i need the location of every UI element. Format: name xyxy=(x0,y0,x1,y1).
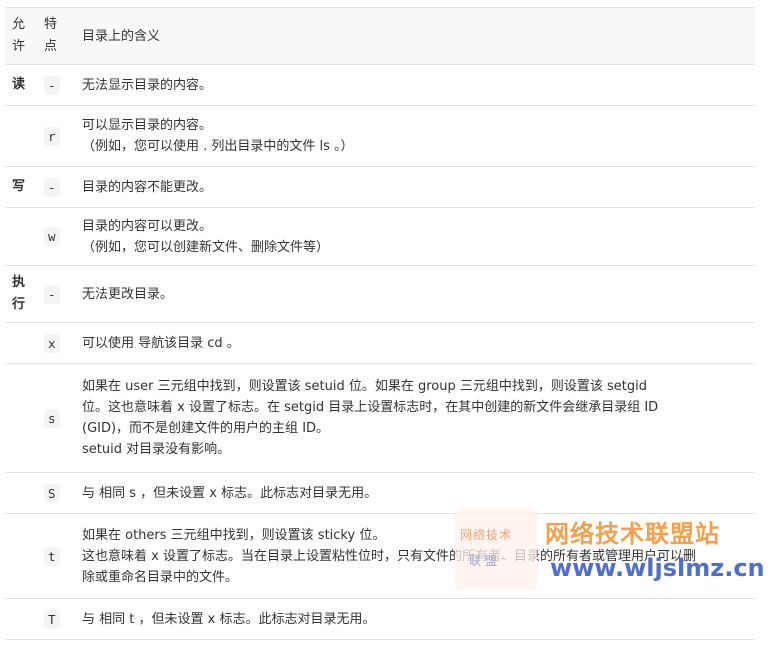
watermark-logo-line2: 联盟 xyxy=(469,554,502,568)
meaning-line: 如果在 user 三元组中找到，则设置该 setuid 位。如果在 group … xyxy=(82,379,647,394)
permission-cell xyxy=(5,598,44,640)
permission-label: 写 xyxy=(12,179,26,194)
permission-label: 读 xyxy=(12,77,26,92)
feature-code: w xyxy=(44,227,60,246)
table-row: 写 - 目录的内容不能更改。 xyxy=(5,166,755,208)
meaning-cell: 与 相同 t ，但未设置 x 标志。此标志对目录无用。 xyxy=(76,598,755,640)
permission-cell: 读 xyxy=(5,64,44,106)
feature-code: - xyxy=(44,284,60,304)
permission-cell: 写 xyxy=(5,166,44,208)
table-header-row: 允 许 特 点 目录上的含义 xyxy=(5,7,755,65)
meaning-line: （例如，您可以创建新文件、删除文件等） xyxy=(82,239,330,255)
permission-cell: 执 行 xyxy=(5,265,44,323)
permission-cell xyxy=(5,105,44,167)
feature-code: S xyxy=(44,483,60,503)
meaning-cell: 可以显示目录的内容。 （例如，您可以使用 . 列出目录中的文件 ls 。） xyxy=(76,105,755,167)
meaning-line: 位。这也意味着 x 设置了标志。在 setgid 目录上设置标志时，在其中创建的… xyxy=(82,400,659,415)
feature-cell: s xyxy=(44,363,76,473)
meaning-line: （例如，您可以使用 . 列出目录中的文件 ls 。） xyxy=(82,139,354,154)
meaning-line: 无法显示目录的内容。 xyxy=(82,77,213,93)
header-permission-char1: 允 xyxy=(12,17,26,32)
feature-code: t xyxy=(44,546,60,566)
feature-cell: - xyxy=(44,64,76,106)
watermark-title: 网络技术联盟站 xyxy=(545,520,720,548)
meaning-line: 与 相同 s ，但未设置 x 标志。此标志对目录无用。 xyxy=(82,485,378,501)
feature-cell: - xyxy=(44,166,76,208)
meaning-line: 无法更改目录。 xyxy=(82,286,174,302)
meaning-line: 可以显示目录的内容。 xyxy=(82,118,213,133)
meaning-cell: 目录的内容可以更改。 （例如，您可以创建新文件、删除文件等） xyxy=(76,207,755,266)
permission-label: 执 xyxy=(12,275,26,290)
feature-cell: t xyxy=(44,513,76,599)
header-permission-char2: 许 xyxy=(12,39,26,54)
feature-code: - xyxy=(44,177,60,197)
feature-code: T xyxy=(44,609,60,629)
header-feature-char2: 点 xyxy=(44,39,58,54)
header-feature: 特 点 xyxy=(44,7,76,65)
permission-cell xyxy=(5,207,44,266)
feature-cell: T xyxy=(44,598,76,640)
table-row: r 可以显示目录的内容。 （例如，您可以使用 . 列出目录中的文件 ls 。） xyxy=(5,105,755,167)
table-row: s 如果在 user 三元组中找到，则设置该 setuid 位。如果在 grou… xyxy=(5,363,755,473)
permission-cell xyxy=(5,322,44,364)
permission-cell xyxy=(5,472,44,514)
watermark: 网络技术 联盟 网络技术联盟站 www.wljslmz.cn xyxy=(455,508,765,590)
meaning-line: 可以使用 导航该目录 cd 。 xyxy=(82,335,240,351)
meaning-line: 目录的内容不能更改。 xyxy=(82,179,213,195)
meaning-cell: 如果在 user 三元组中找到，则设置该 setuid 位。如果在 group … xyxy=(76,363,755,473)
meaning-line: setuid 对目录没有影响。 xyxy=(82,442,231,457)
watermark-url: www.wljslmz.cn xyxy=(550,554,765,582)
meaning-cell: 可以使用 导航该目录 cd 。 xyxy=(76,322,755,364)
feature-cell: - xyxy=(44,265,76,323)
meaning-cell: 无法显示目录的内容。 xyxy=(76,64,755,106)
feature-code: r xyxy=(44,126,60,146)
permission-label: 行 xyxy=(12,297,26,312)
feature-code: - xyxy=(44,75,60,95)
meaning-line: (GID)，而不是创建文件的用户的主组 ID。 xyxy=(82,421,330,436)
meaning-line: 与 相同 t ，但未设置 x 标志。此标志对目录无用。 xyxy=(82,611,376,627)
meaning-cell: 无法更改目录。 xyxy=(76,265,755,323)
permission-cell xyxy=(5,363,44,473)
feature-code: s xyxy=(44,408,60,428)
feature-cell: w xyxy=(44,207,76,266)
table-row: T 与 相同 t ，但未设置 x 标志。此标志对目录无用。 xyxy=(5,598,755,640)
permission-cell xyxy=(5,513,44,599)
watermark-logo-box: 网络技术 联盟 xyxy=(455,508,537,590)
header-permission: 允 许 xyxy=(5,7,44,65)
feature-code: x xyxy=(44,333,60,353)
meaning-line: 目录的内容可以更改。 xyxy=(82,218,213,234)
meaning-cell: 目录的内容不能更改。 xyxy=(76,166,755,208)
table-row: x 可以使用 导航该目录 cd 。 xyxy=(5,322,755,364)
table-row: 读 - 无法显示目录的内容。 xyxy=(5,64,755,106)
watermark-logo-line1: 网络技术 xyxy=(460,528,513,542)
feature-cell: S xyxy=(44,472,76,514)
feature-cell: r xyxy=(44,105,76,167)
header-meaning: 目录上的含义 xyxy=(76,7,755,65)
table-row: w 目录的内容可以更改。 （例如，您可以创建新文件、删除文件等） xyxy=(5,207,755,266)
header-feature-char1: 特 xyxy=(44,17,58,32)
feature-cell: x xyxy=(44,322,76,364)
table-row: 执 行 - 无法更改目录。 xyxy=(5,265,755,323)
